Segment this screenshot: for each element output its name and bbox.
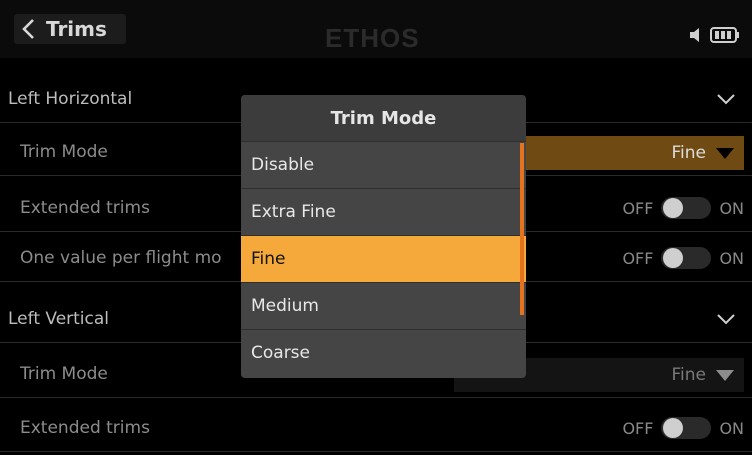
extended-trims-toggle-vertical[interactable]: OFF ON	[622, 417, 744, 439]
header-icons	[688, 26, 740, 48]
chevron-down-icon[interactable]	[716, 91, 736, 110]
section-label: Left Horizontal	[8, 89, 133, 109]
svg-text:ETHOS: ETHOS	[325, 24, 420, 52]
extended-trims-row-vertical: Extended trims OFF ON	[0, 406, 752, 452]
option-disable[interactable]: Disable	[241, 141, 526, 188]
battery-icon[interactable]	[710, 26, 740, 48]
trim-mode-dialog: Trim Mode Disable Extra Fine Fine Medium…	[241, 95, 526, 378]
back-chevron-icon	[14, 14, 44, 44]
off-label: OFF	[622, 198, 654, 218]
ethos-logo: ETHOS	[325, 24, 420, 52]
select-value: Fine	[671, 143, 707, 163]
toggle-switch[interactable]	[661, 197, 712, 219]
row-label: Extended trims	[20, 198, 150, 218]
off-label: OFF	[622, 418, 654, 438]
on-label: ON	[719, 418, 744, 438]
select-value: Fine	[671, 365, 707, 385]
on-label: ON	[719, 198, 744, 218]
dialog-scrollbar[interactable]	[520, 143, 524, 315]
section-label: Left Vertical	[8, 309, 110, 329]
dropdown-triangle-icon	[716, 369, 734, 381]
toggle-switch[interactable]	[661, 417, 712, 439]
row-label: Trim Mode	[20, 142, 108, 162]
row-label: Extended trims	[20, 418, 150, 438]
row-label: One value per flight mo	[20, 248, 222, 268]
back-button[interactable]: Trims	[14, 14, 126, 44]
on-label: ON	[719, 248, 744, 268]
extended-trims-toggle[interactable]: OFF ON	[622, 197, 744, 219]
page-title: Trims	[46, 17, 107, 41]
row-label: Trim Mode	[20, 364, 108, 384]
speaker-icon[interactable]	[688, 26, 706, 48]
option-fine[interactable]: Fine	[241, 235, 526, 282]
toggle-knob	[663, 248, 684, 268]
toggle-knob	[663, 198, 684, 218]
top-bar: Trims ETHOS	[0, 0, 752, 58]
toggle-knob	[663, 418, 684, 438]
toggle-switch[interactable]	[661, 247, 712, 269]
off-label: OFF	[622, 248, 654, 268]
dialog-title: Trim Mode	[241, 95, 526, 141]
one-value-toggle[interactable]: OFF ON	[622, 247, 744, 269]
dropdown-triangle-icon	[716, 147, 734, 159]
option-medium[interactable]: Medium	[241, 282, 526, 329]
option-extra-fine[interactable]: Extra Fine	[241, 188, 526, 235]
option-coarse[interactable]: Coarse	[241, 329, 526, 376]
chevron-down-icon[interactable]	[716, 311, 736, 330]
